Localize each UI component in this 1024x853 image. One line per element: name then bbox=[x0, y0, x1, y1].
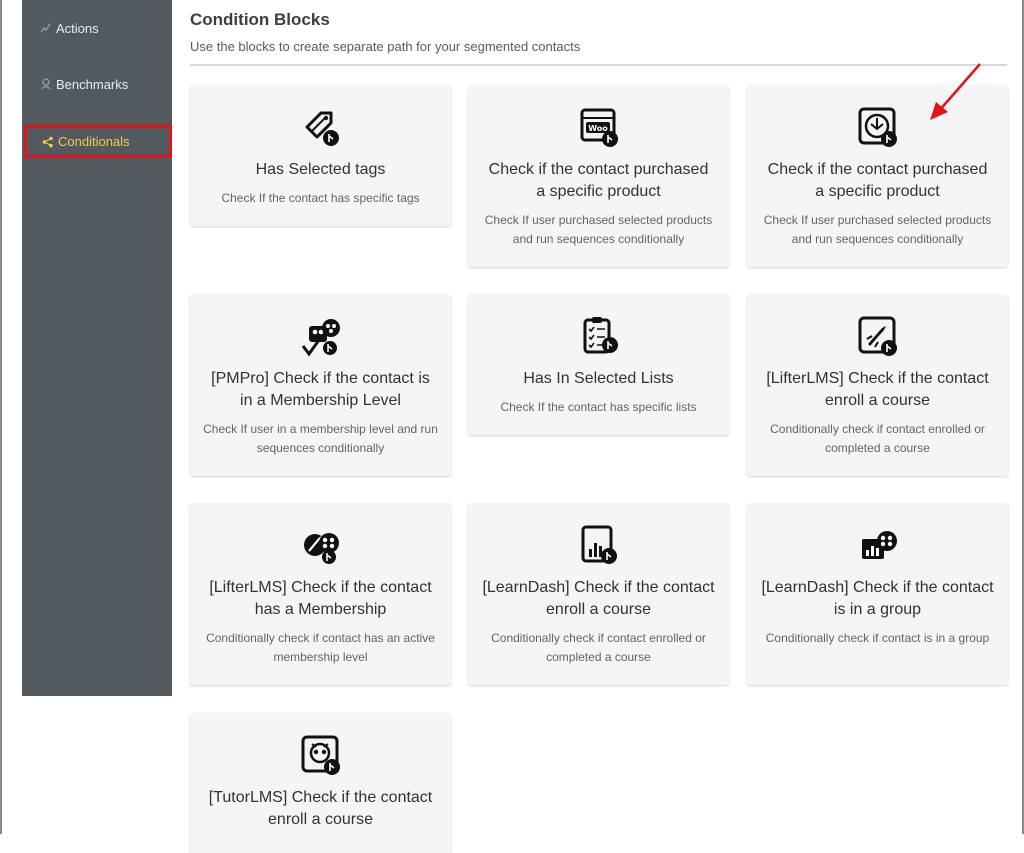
owl-icon bbox=[299, 733, 343, 777]
card-learndash-in-group[interactable]: [LearnDash] Check if the contact is in a… bbox=[747, 503, 1008, 685]
card-pmpro-membership-level[interactable]: [PMPro] Check if the contact is in a Mem… bbox=[190, 294, 451, 476]
card-title: [LifterLMS] Check if the contact enroll … bbox=[766, 370, 989, 409]
rocket-group-icon bbox=[299, 523, 343, 567]
page-subtitle: Use the blocks to create separate path f… bbox=[190, 39, 581, 54]
bar-chart-icon bbox=[577, 523, 621, 567]
actions-icon bbox=[40, 22, 52, 34]
card-description: Conditionally check if contact enrolled … bbox=[770, 422, 985, 455]
sidebar-item-actions[interactable]: Actions bbox=[22, 13, 172, 43]
sidebar-item-conditionals[interactable]: Conditionals bbox=[24, 125, 172, 158]
card-description: Check If user purchased selected product… bbox=[484, 213, 713, 246]
card-title: Check if the contact purchased a specifi… bbox=[488, 161, 709, 200]
membership-check-icon bbox=[299, 314, 343, 358]
window-frame: Actions Benchmarks Conditionals Conditio… bbox=[0, 0, 1024, 853]
card-title: Has Selected tags bbox=[255, 161, 386, 178]
card-title: [PMPro] Check if the contact is in a Mem… bbox=[211, 370, 430, 409]
sidebar-item-label: Benchmarks bbox=[56, 76, 129, 92]
card-description: Check If the contact has specific lists bbox=[500, 400, 697, 414]
card-description: Conditionally check if contact enrolled … bbox=[491, 631, 706, 664]
page-title: Condition Blocks bbox=[190, 10, 330, 29]
card-description: Check If user purchased selected product… bbox=[763, 213, 992, 246]
card-description: Conditionally check if contact has an ac… bbox=[206, 631, 435, 664]
tag-icon bbox=[299, 105, 343, 149]
annotation-arrow bbox=[930, 63, 981, 120]
sidebar-item-label: Conditionals bbox=[58, 134, 130, 149]
sidebar-item-label: Actions bbox=[56, 20, 99, 36]
checklist-icon bbox=[577, 314, 621, 358]
edd-icon bbox=[856, 105, 900, 149]
share-icon bbox=[42, 136, 54, 148]
rocket-icon bbox=[856, 314, 900, 358]
card-title: Check if the contact purchased a specifi… bbox=[767, 161, 988, 200]
woo-icon: Woo bbox=[577, 105, 621, 149]
card-title: [LearnDash] Check if the contact enroll … bbox=[482, 579, 715, 618]
svg-text:Woo: Woo bbox=[588, 124, 608, 133]
card-description: Check If user in a membership level and … bbox=[203, 422, 438, 455]
card-has-selected-tags[interactable]: Has Selected tags Check If the contact h… bbox=[190, 85, 451, 226]
card-learndash-enroll-course[interactable]: [LearnDash] Check if the contact enroll … bbox=[468, 503, 729, 685]
benchmark-icon bbox=[40, 78, 52, 90]
card-title: [LifterLMS] Check if the contact has a M… bbox=[209, 579, 432, 618]
chart-group-icon bbox=[856, 523, 900, 567]
card-tutorlms-enroll-course[interactable]: [TutorLMS] Check if the contact enroll a… bbox=[190, 713, 451, 853]
card-title: Has In Selected Lists bbox=[523, 370, 674, 387]
card-title: [TutorLMS] Check if the contact enroll a… bbox=[208, 789, 433, 828]
sidebar-item-benchmarks[interactable]: Benchmarks bbox=[22, 69, 172, 99]
card-description: Check If the contact has specific tags bbox=[221, 191, 420, 205]
card-title: [LearnDash] Check if the contact is in a… bbox=[761, 579, 994, 618]
card-description: Conditionally check if contact is in a g… bbox=[765, 631, 990, 645]
card-woo-purchased-product[interactable]: Woo Check if the contact purchased a spe… bbox=[468, 85, 729, 267]
card-has-selected-lists[interactable]: Has In Selected Lists Check If the conta… bbox=[468, 294, 729, 435]
divider bbox=[190, 64, 1007, 66]
card-lifterlms-membership[interactable]: [LifterLMS] Check if the contact has a M… bbox=[190, 503, 451, 685]
card-lifterlms-enroll-course[interactable]: [LifterLMS] Check if the contact enroll … bbox=[747, 294, 1008, 476]
sidebar: Actions Benchmarks Conditionals bbox=[22, 0, 172, 696]
